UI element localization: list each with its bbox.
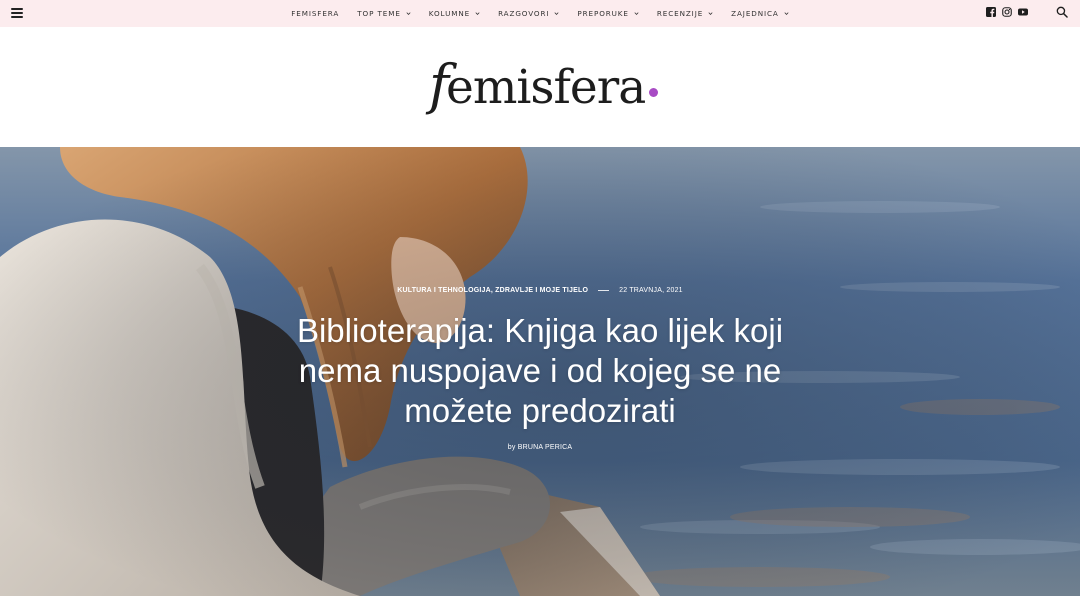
nav-item-label: PREPORUKE bbox=[577, 9, 629, 18]
article-byline: by BRUNA PERICA bbox=[0, 444, 1080, 451]
site-logo[interactable]: femisfera bbox=[429, 45, 659, 125]
article-categories[interactable]: KULTURA I TEHNOLOGIJA, ZDRAVLJE I MOJE T… bbox=[397, 287, 588, 294]
nav-item-zajednica[interactable]: ZAJEDNICA bbox=[722, 0, 798, 27]
nav-item-label: FEMISFERA bbox=[291, 9, 340, 18]
nav-item-label: KOLUMNE bbox=[428, 9, 471, 18]
chevron-down-icon bbox=[634, 12, 639, 15]
logo-wordmark: femisfera bbox=[429, 53, 646, 116]
nav-item-label: TOP TEME bbox=[357, 9, 401, 18]
nav-item-top-teme[interactable]: TOP TEME bbox=[348, 0, 420, 27]
article-date: 22 TRAVNJA, 2021 bbox=[619, 287, 683, 294]
nav-item-femisfera[interactable]: FEMISFERA bbox=[282, 0, 348, 27]
chevron-down-icon bbox=[708, 12, 713, 15]
instagram-icon[interactable] bbox=[1002, 7, 1012, 17]
byline-label: by bbox=[507, 444, 516, 451]
article-meta: KULTURA I TEHNOLOGIJA, ZDRAVLJE I MOJE T… bbox=[0, 287, 1080, 294]
nav-item-label: RAZGOVORI bbox=[498, 9, 550, 18]
meta-divider bbox=[598, 290, 610, 291]
nav-item-preporuke[interactable]: PREPORUKE bbox=[568, 0, 647, 27]
youtube-icon[interactable] bbox=[1018, 7, 1028, 17]
top-navigation-bar: FEMISFERA TOP TEME KOLUMNE RAZGOVORI PRE… bbox=[0, 0, 1080, 27]
featured-article-hero[interactable]: KULTURA I TEHNOLOGIJA, ZDRAVLJE I MOJE T… bbox=[0, 147, 1080, 596]
main-nav: FEMISFERA TOP TEME KOLUMNE RAZGOVORI PRE… bbox=[282, 0, 797, 27]
article-author[interactable]: BRUNA PERICA bbox=[518, 444, 573, 451]
site-header: femisfera bbox=[0, 27, 1080, 147]
facebook-icon[interactable] bbox=[986, 7, 996, 17]
hamburger-menu-icon[interactable] bbox=[11, 7, 23, 18]
article-title[interactable]: Biblioterapija: Knjiga kao lijek koji ne… bbox=[290, 311, 790, 431]
social-links bbox=[986, 7, 1028, 17]
page-bottom-strip bbox=[0, 596, 1080, 608]
nav-item-razgovori[interactable]: RAZGOVORI bbox=[489, 0, 568, 27]
logo-dot bbox=[649, 88, 659, 97]
nav-item-recenzije[interactable]: RECENZIJE bbox=[648, 0, 722, 27]
search-icon[interactable] bbox=[1056, 6, 1068, 18]
chevron-down-icon bbox=[784, 12, 789, 15]
nav-item-kolumne[interactable]: KOLUMNE bbox=[420, 0, 489, 27]
nav-item-label: RECENZIJE bbox=[656, 9, 704, 18]
chevron-down-icon bbox=[554, 12, 559, 15]
chevron-down-icon bbox=[406, 12, 411, 15]
nav-item-label: ZAJEDNICA bbox=[731, 9, 779, 18]
chevron-down-icon bbox=[475, 12, 480, 15]
